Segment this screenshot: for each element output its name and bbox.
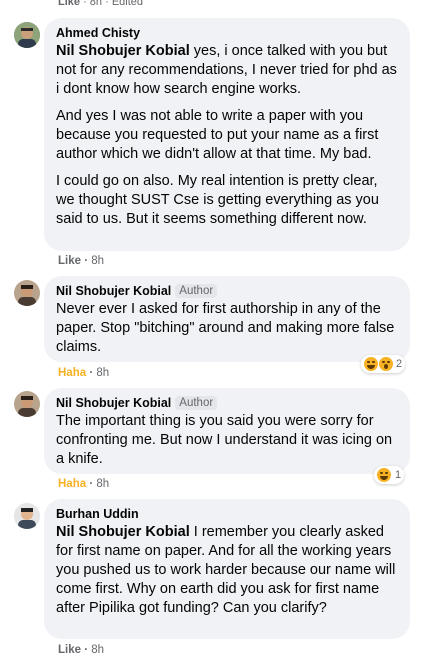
timestamp: 8h — [96, 478, 110, 490]
like-link[interactable]: Like — [58, 255, 81, 267]
author-badge: Author — [175, 284, 218, 298]
haha-icon — [364, 357, 378, 371]
comment-bubble: Burhan Uddin Nil Shobujer Kobial I remem… — [44, 499, 410, 639]
comment-header: Nil Shobujer Kobial Author — [56, 282, 398, 300]
top-comment-meta: Like · 8h · Edited — [58, 0, 143, 8]
comment-header: Nil Shobujer Kobial Author — [56, 394, 398, 412]
reaction-count: 1 — [395, 469, 402, 481]
timestamp: 8h — [91, 644, 105, 656]
comment-text: The important thing is you said you were… — [56, 413, 393, 467]
comment-paragraph: I could go on also. My real intention is… — [56, 173, 379, 227]
timestamp: 8h — [91, 255, 105, 267]
author-badge: Author — [175, 396, 218, 410]
avatar[interactable] — [14, 22, 40, 48]
reaction-count: 2 — [396, 358, 403, 370]
comment-author[interactable]: Burhan Uddin — [56, 507, 139, 521]
comment-author[interactable]: Nil Shobujer Kobial — [56, 284, 171, 298]
like-link[interactable]: Like — [58, 0, 80, 8]
comment-actions: Like · 8h — [58, 644, 105, 656]
comment-paragraph: And yes I was not able to write a paper … — [56, 108, 379, 162]
reaction-summary[interactable]: 2 — [361, 355, 406, 373]
mention-link[interactable]: Nil Shobujer Kobial — [56, 524, 190, 540]
timestamp: 8h — [89, 0, 103, 8]
avatar[interactable] — [14, 503, 40, 529]
comment-bubble: Nil Shobujer Kobial Author The important … — [44, 388, 410, 474]
comment-bubble: Ahmed Chisty Nil Shobujer Kobial yes, i … — [44, 18, 410, 251]
edited-label: Edited — [111, 0, 144, 8]
avatar[interactable] — [14, 280, 40, 306]
haha-link[interactable]: Haha — [58, 478, 86, 490]
haha-icon — [377, 468, 391, 482]
wow-icon — [379, 357, 393, 371]
mention-link[interactable]: Nil Shobujer Kobial — [56, 43, 190, 59]
comment-text: Nil Shobujer Kobial yes, i once talked w… — [56, 42, 398, 99]
comment-actions: Haha · 8h — [58, 367, 110, 379]
comment-actions: Haha · 8h — [58, 478, 110, 490]
comment-author[interactable]: Ahmed Chisty — [56, 26, 140, 40]
comment-author[interactable]: Nil Shobujer Kobial — [56, 396, 171, 410]
comment-bubble: Nil Shobujer Kobial Author Never ever I a… — [44, 276, 410, 362]
timestamp: 8h — [96, 367, 110, 379]
haha-link[interactable]: Haha — [58, 367, 86, 379]
comment-text: Nil Shobujer Kobial I remember you clear… — [56, 523, 398, 618]
avatar[interactable] — [14, 391, 40, 417]
comment-text: Never ever I asked for first authorship … — [56, 301, 395, 355]
comment-actions: Like · 8h — [58, 255, 105, 267]
like-link[interactable]: Like — [58, 644, 81, 656]
reaction-summary[interactable]: 1 — [374, 466, 405, 484]
